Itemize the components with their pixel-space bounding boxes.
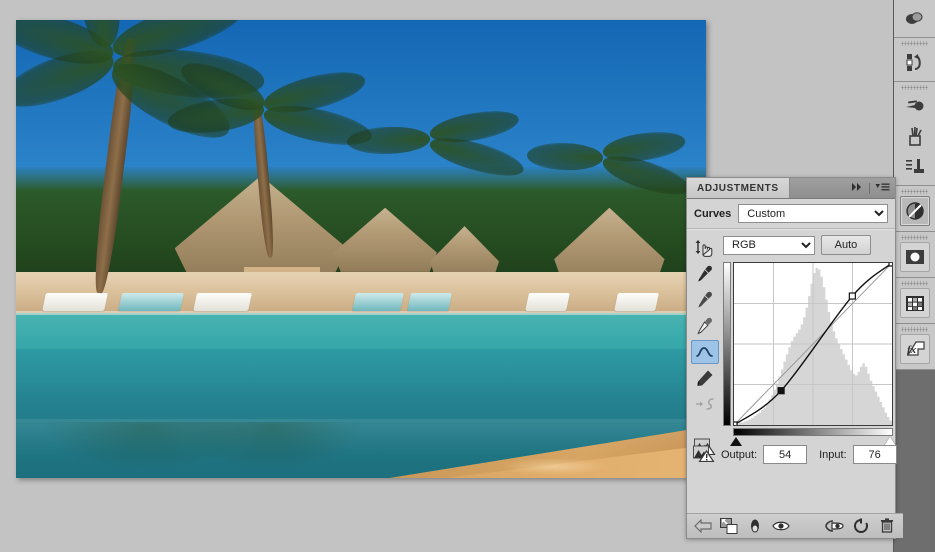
dock-grip[interactable] [901,41,928,46]
input-slider-area[interactable] [730,428,896,446]
panel-menu-icon[interactable] [875,182,890,195]
dock-group [894,278,935,324]
white-point-eyedropper-icon[interactable] [691,314,719,338]
curves-plot[interactable] [734,263,892,425]
curve-point[interactable] [848,292,856,300]
curve-point-tool-icon[interactable] [691,340,719,364]
brush-presets-panel-icon[interactable] [901,122,929,150]
gray-point-eyedropper-icon[interactable] [691,288,719,312]
pool-water [16,311,706,478]
sun-glint-reflection [499,458,610,475]
lounger [117,292,184,311]
return-to-adjustment-list-icon[interactable] [691,515,715,537]
output-label: Output: [721,448,758,461]
smooth-curve-icon[interactable] [691,392,719,416]
tab-adjustments[interactable]: ADJUSTMENTS [687,178,790,198]
lounger [41,292,108,311]
dock-group: fx [894,324,935,370]
tabbar-empty-area [790,178,851,198]
dock-grip[interactable] [901,281,928,286]
black-point-eyedropper-icon[interactable] [691,262,719,286]
input-field[interactable] [852,445,897,464]
lounger [614,292,660,311]
dock-group [894,38,935,82]
lounger [193,292,253,311]
tabbar-separator [869,182,870,194]
on-image-adjust-icon[interactable] [691,236,719,260]
auto-button[interactable]: Auto [821,235,871,255]
curves-preset-select[interactable]: DefaultCustomColor Negative (RGB)Cross P… [738,204,889,223]
masks-panel-icon[interactable] [901,4,929,32]
input-gradient-bar [733,428,893,436]
toggle-layer-mask-icon[interactable] [743,515,767,537]
channels-panel-icon[interactable] [899,242,930,272]
styles-panel-icon[interactable]: fx [899,334,930,364]
curves-label: Curves [694,207,732,220]
lounger [352,292,405,311]
curve-point[interactable] [734,421,738,425]
document-image[interactable] [16,20,706,478]
panel-tabbar: ADJUSTMENTS [687,178,895,199]
lounger [407,292,453,311]
output-input-row: Output: Input: [693,444,897,465]
dock-grip[interactable] [901,235,928,240]
color-panel-icon[interactable] [901,92,929,120]
reset-adjustment-icon[interactable] [849,515,873,537]
layer-comps-panel-icon[interactable] [899,288,930,318]
input-label: Input: [819,448,847,461]
channel-select[interactable]: RGBRedGreenBlue [723,235,815,255]
dock-grip[interactable] [901,327,928,332]
panel-tab-label: ADJUSTMENTS [697,182,779,194]
dock-group [894,82,935,186]
waterline [16,311,706,316]
dock-grip[interactable] [901,85,928,90]
output-field[interactable] [763,445,808,464]
toggle-layer-visibility-icon[interactable] [769,515,793,537]
svg-text:fx: fx [907,344,917,356]
delete-adjustment-icon[interactable] [875,515,899,537]
dock-grip[interactable] [901,189,928,194]
lounger [524,292,570,311]
history-panel-icon[interactable] [901,48,929,76]
pencil-curve-tool-icon[interactable] [691,366,719,390]
tool-presets-panel-icon[interactable] [901,152,929,180]
panel-footer [687,513,903,538]
pool-far-edge [16,311,706,350]
dock-group [894,0,935,38]
panel-dock: fx [893,0,935,552]
curves-graph[interactable] [733,262,893,426]
dock-group [894,186,935,232]
curve-point[interactable] [888,263,892,267]
curves-tool-column [690,236,720,458]
view-previous-state-icon[interactable] [823,515,847,537]
curve-point-selected[interactable] [777,387,785,395]
clip-to-layer-icon[interactable] [717,515,741,537]
palm-reflection [181,421,361,472]
adjustments-panel[interactable]: ADJUSTMENTS Curves Custom RGB Auto Outpu… [686,177,903,539]
dock-group [894,232,935,278]
photoshop-window: fx ADJUSTMENTS Curves Custom RGB Auto Ou… [0,0,935,552]
tabbar-controls [851,178,895,198]
curves-preset-row: Curves DefaultCustomColor Negative (RGB)… [687,199,895,229]
clipping-warning-icon-secondary[interactable] [693,444,715,465]
adjustments-panel-icon[interactable] [899,196,930,226]
output-gradient-bar [723,262,731,426]
double-chevron-right-icon[interactable] [851,182,864,195]
